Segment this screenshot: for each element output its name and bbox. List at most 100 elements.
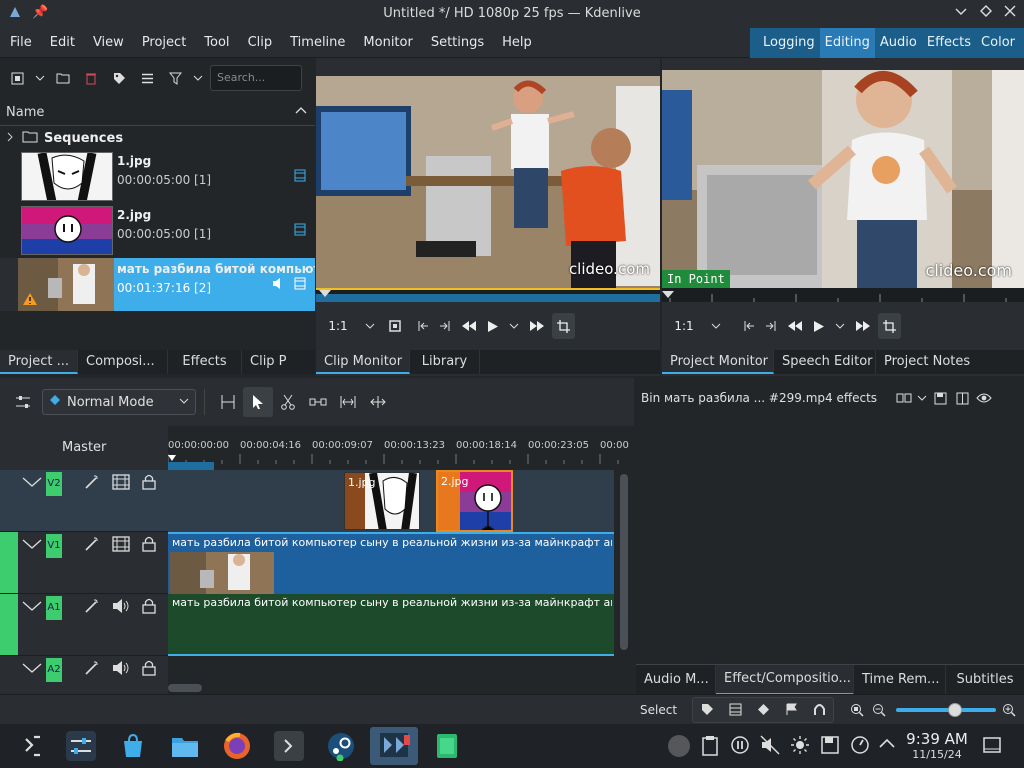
vertical-scrollbar[interactable] bbox=[620, 474, 628, 650]
zoom-out-icon[interactable] bbox=[868, 699, 890, 721]
keyframe-icon[interactable] bbox=[749, 699, 777, 721]
layout-logging[interactable]: Logging bbox=[758, 28, 820, 58]
brightness-icon[interactable] bbox=[790, 735, 810, 757]
clock[interactable]: 9:39 AM 11/15/24 bbox=[902, 730, 972, 761]
timeline-settings-icon[interactable] bbox=[12, 391, 34, 413]
menu-project[interactable]: Project bbox=[133, 28, 195, 58]
menu-view[interactable]: View bbox=[84, 28, 133, 58]
notes-app-icon[interactable] bbox=[432, 731, 462, 761]
menu-settings[interactable]: Settings bbox=[422, 28, 493, 58]
tab-subtitles[interactable]: Subtitles bbox=[946, 665, 1024, 695]
ripple-tool-icon[interactable] bbox=[333, 391, 363, 413]
tab-library[interactable]: Library bbox=[410, 350, 480, 374]
zoom-in-icon[interactable] bbox=[998, 699, 1020, 721]
volume-muted-icon[interactable] bbox=[760, 735, 780, 757]
flag-icon[interactable] bbox=[777, 699, 805, 721]
track-header-v1[interactable]: V1 bbox=[0, 532, 168, 594]
close-icon[interactable] bbox=[1004, 5, 1016, 21]
timeline-clip[interactable]: 1.jpg bbox=[344, 472, 420, 530]
hide-video-icon[interactable] bbox=[112, 474, 130, 494]
roll-tool-icon[interactable] bbox=[363, 391, 393, 413]
mute-audio-icon[interactable] bbox=[112, 660, 130, 680]
bin-column-header[interactable]: Name bbox=[0, 100, 315, 126]
collapse-chevron-icon[interactable] bbox=[22, 662, 42, 678]
play-icon[interactable] bbox=[808, 313, 830, 339]
tray-expand-chevron-icon[interactable] bbox=[878, 735, 898, 757]
snap-magnet-icon[interactable] bbox=[805, 699, 833, 721]
edit-mode-select[interactable]: Normal Mode bbox=[42, 389, 196, 415]
save-effect-icon[interactable] bbox=[929, 387, 951, 409]
layout-color[interactable]: Color bbox=[976, 28, 1020, 58]
fast-forward-icon[interactable] bbox=[850, 313, 876, 339]
track-header-a1[interactable]: A1 bbox=[0, 594, 168, 656]
menu-edit[interactable]: Edit bbox=[41, 28, 84, 58]
bin-search-input[interactable]: Search... bbox=[210, 65, 302, 91]
clip-monitor-ruler[interactable] bbox=[316, 288, 660, 302]
layout-audio[interactable]: Audio bbox=[875, 28, 922, 58]
layout-editing[interactable]: Editing bbox=[819, 28, 875, 58]
time-ruler[interactable]: 00:00:00:00 00:00:04:16 00:00:09:07 00:0… bbox=[168, 426, 634, 470]
discover-store-icon[interactable] bbox=[118, 731, 148, 761]
menu-monitor[interactable]: Monitor bbox=[354, 28, 421, 58]
clipboard-icon[interactable] bbox=[700, 735, 720, 757]
filter-chevron-down-icon[interactable] bbox=[192, 67, 204, 89]
clip-monitor-video[interactable]: clideo.com bbox=[316, 76, 660, 288]
file-manager-icon[interactable] bbox=[170, 731, 200, 761]
timeline-clip-audio[interactable]: мать разбила битой компьютер сыну в реал… bbox=[168, 594, 614, 654]
storage-icon[interactable] bbox=[820, 735, 840, 757]
horizontal-scrollbar[interactable] bbox=[168, 684, 202, 692]
collapse-chevron-icon[interactable] bbox=[22, 600, 42, 616]
track-header-a2[interactable]: A2 bbox=[0, 656, 168, 694]
track-header-v2[interactable]: V2 bbox=[0, 470, 168, 532]
tab-audio-mixer[interactable]: Audio M... bbox=[636, 664, 716, 695]
firefox-icon[interactable] bbox=[222, 731, 252, 761]
lock-icon[interactable] bbox=[142, 473, 156, 494]
set-in-point-icon[interactable] bbox=[738, 313, 760, 339]
spacer-tool-icon[interactable] bbox=[213, 391, 243, 413]
folder-add-icon[interactable] bbox=[52, 67, 74, 89]
track-lane-a1[interactable]: мать разбила битой компьютер сыну в реал… bbox=[168, 594, 614, 656]
minimize-icon[interactable] bbox=[955, 5, 967, 21]
system-settings-icon[interactable] bbox=[66, 731, 96, 761]
filter-icon[interactable] bbox=[164, 67, 186, 89]
zoom-chevron-down-icon[interactable] bbox=[360, 313, 380, 339]
project-monitor-ruler[interactable] bbox=[662, 288, 1024, 302]
project-monitor-video[interactable]: In Point clideo.com bbox=[662, 70, 1024, 288]
steam-icon[interactable] bbox=[326, 731, 356, 762]
terminal-icon[interactable] bbox=[274, 731, 304, 761]
steam-tray-icon[interactable] bbox=[668, 735, 690, 757]
show-desktop-icon[interactable] bbox=[982, 735, 1002, 757]
tab-project-monitor[interactable]: Project Monitor bbox=[662, 350, 774, 374]
effects-wand-icon[interactable] bbox=[84, 474, 100, 494]
chevron-down-icon[interactable] bbox=[34, 67, 46, 89]
folder-row-sequences[interactable]: Sequences bbox=[0, 128, 315, 148]
monitor-overlay-icon[interactable] bbox=[384, 313, 406, 339]
track-lane-v2[interactable]: 1.jpg 2.jpg bbox=[168, 470, 614, 532]
set-in-point-icon[interactable] bbox=[412, 313, 434, 339]
hide-video-icon[interactable] bbox=[112, 536, 130, 556]
menu-clip[interactable]: Clip bbox=[239, 28, 282, 58]
effects-wand-icon[interactable] bbox=[84, 660, 100, 680]
zoom-fit-icon[interactable] bbox=[846, 699, 868, 721]
timeline-clip-video[interactable]: мать разбила битой компьютер сыну в реал… bbox=[168, 534, 614, 594]
zoom-slider[interactable] bbox=[896, 702, 996, 717]
effects-wand-icon[interactable] bbox=[84, 598, 100, 618]
timeline-playhead-icon[interactable] bbox=[168, 454, 176, 469]
maximize-icon[interactable] bbox=[980, 5, 992, 21]
kdenlive-taskbar-icon[interactable] bbox=[370, 727, 418, 765]
zoom-slider-handle[interactable] bbox=[948, 702, 962, 717]
bin-clip-row[interactable]: 2.jpg 00:00:05:00 [1] bbox=[0, 204, 315, 257]
tab-clip-properties[interactable]: Clip P bbox=[242, 350, 315, 374]
lock-icon[interactable] bbox=[142, 535, 156, 556]
eye-icon[interactable] bbox=[973, 387, 995, 409]
track-lane-a2[interactable] bbox=[168, 656, 614, 694]
tab-compositions[interactable]: Composi... bbox=[78, 350, 168, 374]
list-view-icon[interactable] bbox=[136, 67, 158, 89]
razor-tool-icon[interactable] bbox=[273, 391, 303, 413]
menu-help[interactable]: Help bbox=[493, 28, 541, 58]
zoom-select[interactable]: 1:1 bbox=[316, 313, 360, 339]
app-launcher-icon[interactable] bbox=[18, 731, 48, 761]
battery-gauge-icon[interactable] bbox=[850, 735, 870, 757]
mute-audio-icon[interactable] bbox=[112, 598, 130, 618]
delete-icon[interactable] bbox=[80, 67, 102, 89]
